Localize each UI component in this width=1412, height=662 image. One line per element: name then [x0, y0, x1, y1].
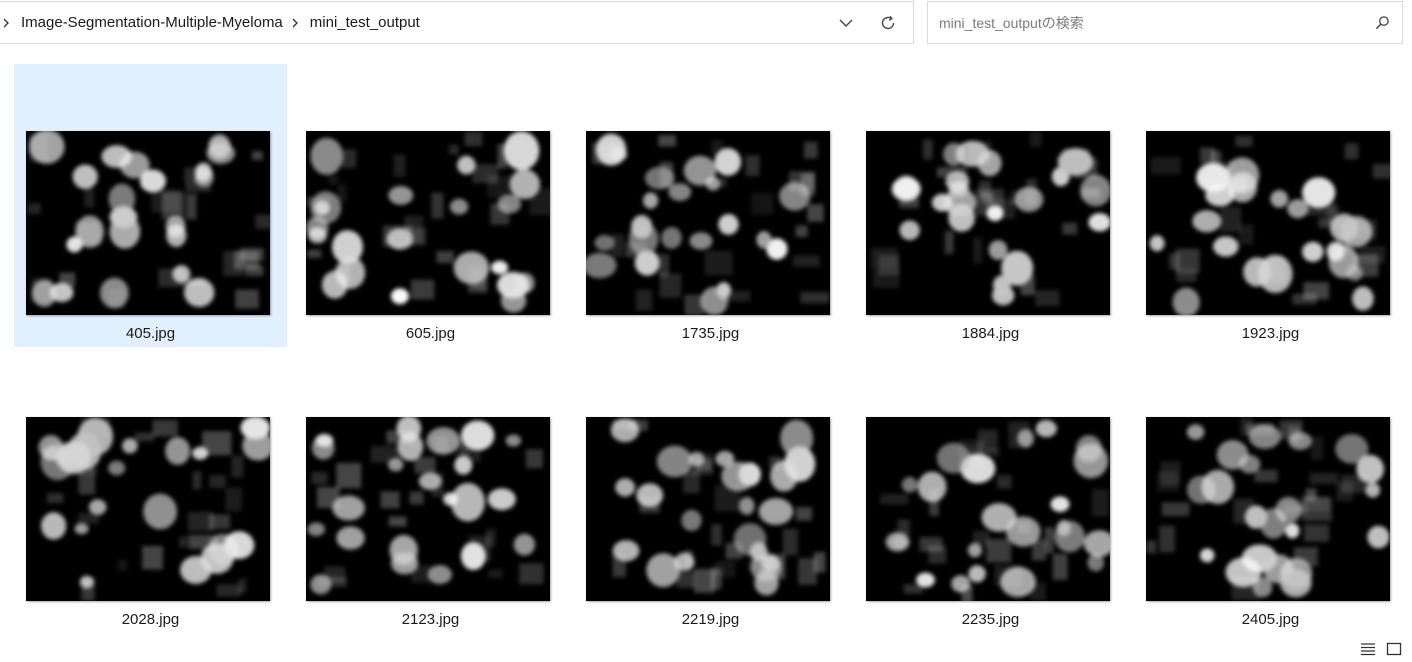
large-icons-view-button[interactable] [1386, 641, 1402, 657]
file-grid: 405.jpg 605.jpg 1735.jpg 1884.jpg 1923.j… [14, 64, 1404, 633]
file-item[interactable]: 2123.jpg [294, 350, 567, 633]
file-item[interactable]: 1884.jpg [854, 64, 1127, 347]
file-name: 2405.jpg [1241, 611, 1300, 628]
file-name: 2123.jpg [401, 611, 460, 628]
search-box[interactable] [927, 1, 1403, 44]
file-item[interactable]: 2235.jpg [854, 350, 1127, 633]
breadcrumb-item-folder[interactable]: mini_test_output [304, 14, 426, 31]
details-view-button[interactable] [1360, 641, 1376, 657]
view-toggle-group [1360, 641, 1402, 657]
image-thumbnail [866, 417, 1110, 601]
details-view-icon [1361, 643, 1375, 656]
file-item[interactable]: 2405.jpg [1134, 350, 1407, 633]
image-thumbnail [26, 131, 270, 315]
file-name: 2235.jpg [961, 611, 1020, 628]
file-item[interactable]: 1735.jpg [574, 64, 847, 347]
search-button[interactable] [1372, 13, 1392, 33]
file-name: 1884.jpg [961, 325, 1020, 342]
image-thumbnail [866, 131, 1110, 315]
image-thumbnail [1146, 417, 1390, 601]
large-icons-view-icon [1386, 642, 1402, 656]
address-history-button[interactable] [829, 6, 863, 40]
breadcrumb-chevron-icon[interactable] [1, 18, 11, 28]
image-thumbnail [586, 131, 830, 315]
search-input[interactable] [937, 6, 1372, 39]
image-thumbnail [586, 417, 830, 601]
file-item[interactable]: 405.jpg [14, 64, 287, 347]
image-thumbnail [306, 417, 550, 601]
breadcrumb-item-project[interactable]: Image-Segmentation-Multiple-Myeloma [15, 14, 289, 31]
file-name: 1923.jpg [1241, 325, 1300, 342]
image-thumbnail [26, 417, 270, 601]
file-item[interactable]: 2028.jpg [14, 350, 287, 633]
image-thumbnail [306, 131, 550, 315]
address-bar[interactable]: Image-Segmentation-Multiple-Myeloma mini… [0, 1, 914, 44]
file-name: 605.jpg [405, 325, 456, 342]
refresh-icon [881, 15, 895, 29]
file-name: 1735.jpg [681, 325, 740, 342]
breadcrumb-chevron-icon[interactable] [290, 18, 300, 28]
chevron-down-icon [839, 19, 853, 27]
file-item[interactable]: 2219.jpg [574, 350, 847, 633]
file-item[interactable]: 605.jpg [294, 64, 567, 347]
file-name: 405.jpg [125, 325, 176, 342]
file-item[interactable]: 1923.jpg [1134, 64, 1407, 347]
file-name: 2219.jpg [681, 611, 740, 628]
search-icon [1375, 16, 1389, 30]
image-thumbnail [1146, 131, 1390, 315]
file-name: 2028.jpg [121, 611, 180, 628]
refresh-button[interactable] [871, 6, 905, 40]
